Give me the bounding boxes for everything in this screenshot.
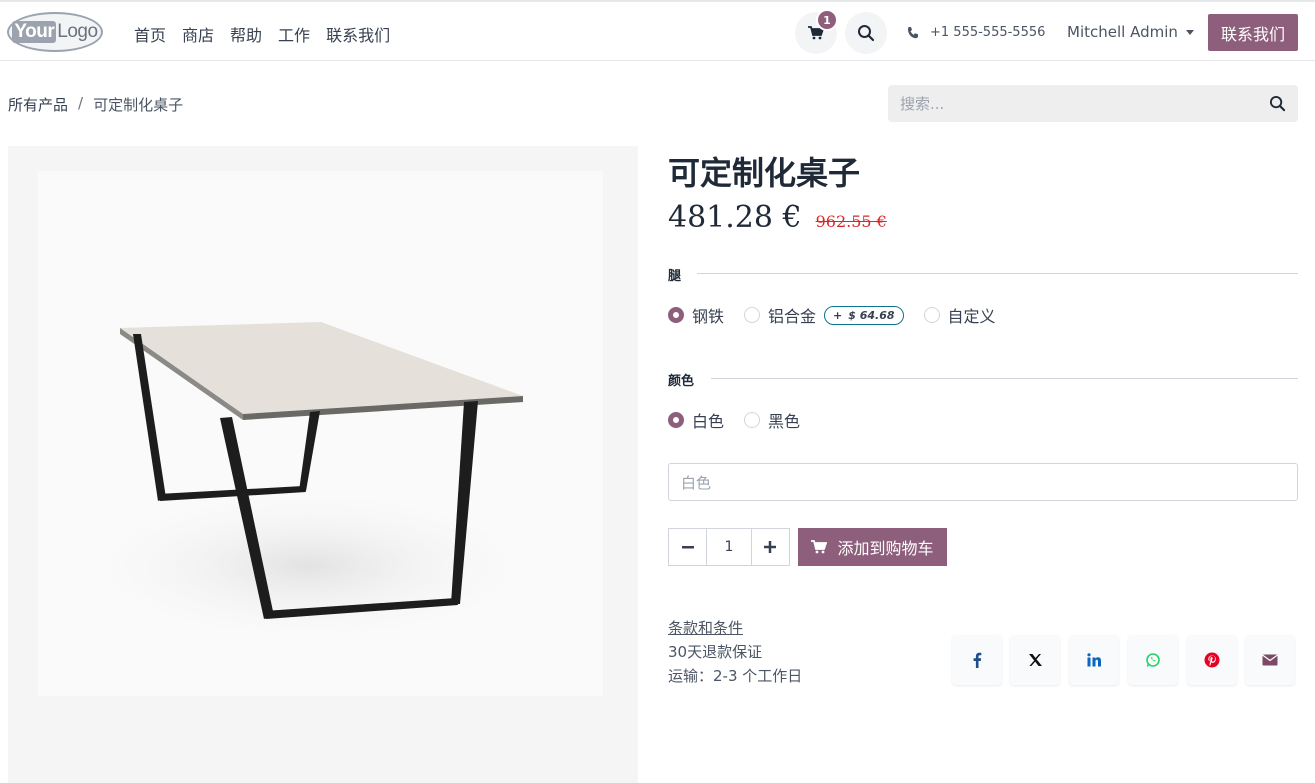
- share-pinterest-button[interactable]: [1187, 635, 1237, 685]
- quantity-stepper: 1: [668, 528, 790, 566]
- extra-price-prefix: +: [833, 308, 843, 322]
- search-icon: [858, 25, 875, 42]
- radio-checked-icon[interactable]: [668, 307, 684, 323]
- color-label: 颜色: [668, 374, 695, 389]
- breadcrumb-all-products[interactable]: 所有产品: [8, 94, 68, 115]
- custom-value-field[interactable]: 白色: [668, 463, 1298, 501]
- logo-text: Logo: [57, 21, 98, 42]
- product-old-price: 962.55 €: [815, 212, 887, 231]
- site-header: Your Logo 首页 商店 帮助 工作 联系我们 1 +1 555-555-5…: [0, 0, 1315, 61]
- legs-option-steel[interactable]: 钢铁: [668, 303, 724, 327]
- nav-item-shop[interactable]: 商店: [182, 22, 214, 46]
- extra-price-badge: + $ 64.68: [824, 305, 904, 325]
- phone-contact[interactable]: +1 555-555-5556: [906, 25, 1045, 40]
- radio-icon[interactable]: [923, 307, 940, 323]
- legs-option-label: 自定义: [947, 307, 996, 326]
- color-option-label: 黑色: [768, 412, 801, 431]
- plus-icon: [764, 541, 777, 553]
- search-icon[interactable]: [1269, 95, 1286, 112]
- legs-option-custom[interactable]: 自定义: [923, 303, 996, 327]
- table-illustration: [68, 322, 548, 646]
- product-title: 可定制化桌子: [668, 154, 861, 192]
- cart-icon: [811, 540, 828, 554]
- contact-us-button[interactable]: 联系我们: [1208, 14, 1298, 51]
- color-divider: [711, 378, 1298, 379]
- site-logo[interactable]: Your Logo: [7, 12, 103, 52]
- radio-icon[interactable]: [744, 412, 761, 428]
- quantity-value[interactable]: 1: [706, 529, 752, 565]
- breadcrumb-current: 可定制化桌子: [93, 96, 184, 114]
- legs-option-aluminium[interactable]: 铝合金 + $ 64.68: [744, 303, 904, 327]
- decrease-quantity-button[interactable]: [669, 529, 706, 565]
- legs-options: 钢铁 铝合金 + $ 64.68 自定义: [668, 303, 1016, 327]
- product-image[interactable]: [8, 146, 638, 783]
- legs-option-label: 钢铁: [692, 307, 725, 326]
- facebook-icon: [973, 652, 982, 668]
- phone-number: +1 555-555-5556: [930, 25, 1046, 40]
- share-x-button[interactable]: [1010, 635, 1060, 685]
- product-terms: 条款和条件 30天退款保证 运输：2-3 个工作日: [668, 616, 802, 688]
- breadcrumb: 所有产品 / 可定制化桌子: [8, 94, 183, 115]
- nav-item-jobs[interactable]: 工作: [278, 22, 310, 46]
- share-whatsapp-button[interactable]: [1128, 635, 1178, 685]
- user-name: Mitchell Admin: [1067, 23, 1178, 41]
- color-options: 白色 黑色: [668, 408, 820, 432]
- color-option-label: 白色: [692, 412, 725, 431]
- nav-item-help[interactable]: 帮助: [230, 22, 262, 46]
- pinterest-icon: [1204, 652, 1220, 668]
- add-to-cart-label: 添加到购物车: [837, 539, 934, 558]
- nav-item-home[interactable]: 首页: [134, 22, 166, 46]
- share-facebook-button[interactable]: [952, 635, 1002, 685]
- minus-icon: [681, 546, 694, 549]
- logo-bold-text: Your: [12, 21, 57, 43]
- cart-count-badge: 1: [816, 9, 838, 31]
- color-option-black[interactable]: 黑色: [744, 408, 800, 432]
- whatsapp-icon: [1146, 653, 1160, 667]
- nav-item-contact[interactable]: 联系我们: [326, 22, 390, 46]
- breadcrumb-separator: /: [78, 94, 84, 112]
- radio-checked-icon[interactable]: [668, 412, 684, 428]
- price-row: 481.28 € 962.55 €: [668, 200, 887, 235]
- legs-option-label: 铝合金: [768, 307, 817, 326]
- terms-link[interactable]: 条款和条件: [668, 616, 802, 640]
- x-icon: [1029, 654, 1042, 666]
- extra-price-value: $ 64.68: [848, 308, 895, 322]
- color-option-white[interactable]: 白色: [668, 408, 724, 432]
- linkedin-icon: [1087, 653, 1101, 667]
- share-linkedin-button[interactable]: [1069, 635, 1119, 685]
- legs-divider: [697, 273, 1298, 274]
- add-to-cart-button[interactable]: 添加到购物车: [798, 528, 947, 566]
- legs-label: 腿: [668, 269, 682, 284]
- header-search-button[interactable]: [845, 12, 887, 54]
- chevron-down-icon: [1185, 29, 1194, 35]
- radio-icon[interactable]: [744, 307, 761, 323]
- search-input[interactable]: [900, 94, 1269, 113]
- share-email-button[interactable]: [1245, 635, 1295, 685]
- user-menu[interactable]: Mitchell Admin: [1067, 23, 1194, 41]
- main-nav: 首页 商店 帮助 工作 联系我们: [134, 22, 390, 46]
- increase-quantity-button[interactable]: [752, 529, 789, 565]
- shipping-text: 运输：2-3 个工作日: [668, 667, 803, 685]
- email-icon: [1262, 654, 1278, 666]
- product-search: [888, 85, 1298, 122]
- product-price: 481.28 €: [668, 200, 802, 235]
- guarantee-text: 30天退款保证: [668, 643, 763, 661]
- phone-icon: [908, 26, 918, 38]
